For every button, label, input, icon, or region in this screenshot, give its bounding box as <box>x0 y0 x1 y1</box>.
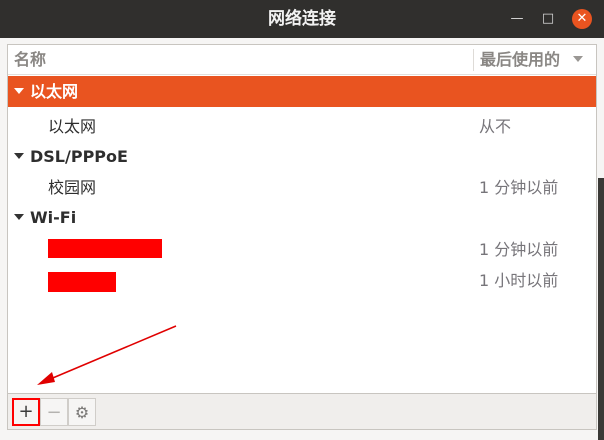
column-name-header[interactable]: 名称 <box>14 45 46 75</box>
list-toolbar: + − ⚙ <box>7 394 597 430</box>
expander-icon[interactable] <box>14 153 24 159</box>
add-connection-button[interactable]: + <box>12 398 40 426</box>
expander-icon[interactable] <box>14 214 24 220</box>
connection-last-used: 1 小时以前 <box>479 271 559 290</box>
connection-wifi-1[interactable]: 1 分钟以前 <box>8 234 596 265</box>
minimize-icon[interactable]: — <box>507 9 527 29</box>
group-wifi[interactable]: Wi-Fi <box>8 202 596 233</box>
background-window-edge <box>598 178 604 440</box>
column-separator <box>473 49 474 71</box>
group-dsl-pppoe[interactable]: DSL/PPPoE <box>8 141 596 172</box>
connection-last-used: 1 分钟以前 <box>479 240 559 259</box>
expander-icon[interactable] <box>14 88 24 94</box>
connection-ethernet[interactable]: 以太网 从不 <box>8 111 596 142</box>
connection-campus-net[interactable]: 校园网 1 分钟以前 <box>8 172 596 203</box>
redacted-label <box>48 239 162 258</box>
connection-wifi-2[interactable]: 1 小时以前 <box>8 265 596 296</box>
connection-last-used: 从不 <box>479 117 512 136</box>
column-last-used-header[interactable]: 最后使用的 <box>480 45 560 75</box>
close-icon[interactable]: ✕ <box>572 9 592 29</box>
maximize-icon[interactable]: □ <box>538 9 558 29</box>
redacted-label <box>48 272 116 292</box>
network-connections-window: 网络连接 — □ ✕ 名称 最后使用的 以太网 以太网 从不 DSL/PPPoE… <box>0 0 604 440</box>
group-label: 以太网 <box>30 82 79 101</box>
connection-label: 校园网 <box>48 178 97 197</box>
connection-label: 以太网 <box>48 117 97 136</box>
connection-list[interactable]: 名称 最后使用的 以太网 以太网 从不 DSL/PPPoE 校园网 1 分钟以前… <box>7 44 597 394</box>
group-label: Wi-Fi <box>30 208 77 227</box>
group-label: DSL/PPPoE <box>30 147 128 166</box>
settings-gear-icon[interactable]: ⚙ <box>68 398 96 426</box>
group-ethernet[interactable]: 以太网 <box>8 76 596 107</box>
list-header: 名称 最后使用的 <box>8 45 596 75</box>
title-bar[interactable]: 网络连接 — □ ✕ <box>0 0 604 38</box>
connection-last-used: 1 分钟以前 <box>479 178 559 197</box>
remove-connection-button[interactable]: − <box>40 398 68 426</box>
sort-down-icon <box>573 56 583 62</box>
